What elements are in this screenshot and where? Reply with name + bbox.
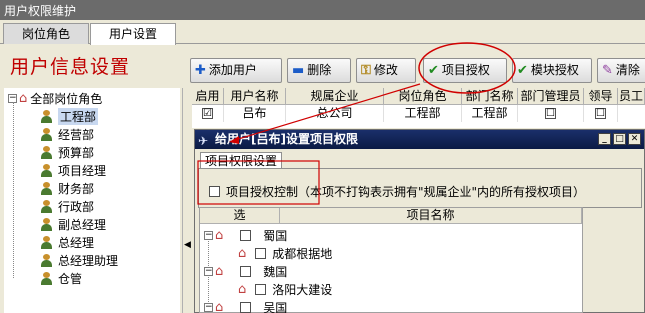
house-icon: ⌂	[215, 263, 224, 279]
leader-cell[interactable]: ☐	[584, 105, 618, 122]
tree-item[interactable]: 行政部	[40, 198, 94, 215]
key-icon: ⚿	[361, 63, 371, 78]
project-permission-dialog: ✈ 给用户[吕布]设置项目权限 _ □ ✕ 项目权限设置 项目授权控制（本项不打…	[194, 129, 645, 313]
project-row[interactable]: ⌂ 成都根据地	[238, 244, 332, 262]
column-header[interactable]: 部门名称	[462, 88, 518, 105]
module-auth-button[interactable]: ✔ 模块授权	[512, 58, 592, 83]
column-header[interactable]: 部门管理员	[518, 88, 584, 105]
tab-position-role[interactable]: 岗位角色	[3, 23, 89, 44]
tree-item[interactable]: 财务部	[40, 180, 94, 197]
user-group-icon	[40, 182, 54, 195]
house-icon: ⌂	[19, 91, 28, 106]
tree-connector	[13, 102, 14, 278]
dept-cell[interactable]: 工程部	[462, 105, 518, 122]
column-header[interactable]: 领导	[584, 88, 618, 105]
company-cell[interactable]: 总公司	[286, 105, 384, 122]
column-header[interactable]: 员工	[618, 88, 645, 105]
user-name-cell[interactable]: 吕布	[224, 105, 286, 122]
column-header[interactable]: 用户名称	[224, 88, 286, 105]
minus-icon: ▬	[292, 63, 305, 78]
tab-bar: 岗位角色 用户设置	[0, 20, 645, 45]
toolbar: ✚ 添加用户 ▬ 删除 ⚿ 修改 ✔ 项目授权 ✔ 模块授权 ✎ 清除	[190, 56, 645, 86]
maximize-icon[interactable]: □	[613, 133, 626, 145]
house-icon: ⌂	[238, 245, 247, 261]
clear-button[interactable]: ✎ 清除	[597, 58, 645, 83]
collapse-icon[interactable]: −	[204, 230, 213, 240]
user-group-icon	[40, 128, 54, 141]
role-cell[interactable]: 工程部	[384, 105, 462, 122]
column-header[interactable]: 项目名称	[280, 208, 582, 224]
user-group-icon	[40, 218, 54, 231]
dept-admin-checkbox[interactable]: ☐	[545, 108, 556, 119]
column-header[interactable]: 启用	[192, 88, 224, 105]
delete-button[interactable]: ▬ 删除	[287, 58, 351, 83]
tree-item[interactable]: 预算部	[40, 144, 94, 161]
user-group-icon	[40, 254, 54, 267]
user-group-icon	[40, 200, 54, 213]
house-icon: ⌂	[215, 227, 224, 243]
dept-admin-cell[interactable]: ☐	[518, 105, 584, 122]
dialog-titlebar[interactable]: ✈ 给用户[吕布]设置项目权限 _ □ ✕	[195, 130, 644, 149]
project-auth-checkbox[interactable]	[209, 186, 220, 197]
pane-splitter[interactable]: ◀	[182, 88, 191, 313]
tree-item[interactable]: 仓管	[40, 270, 82, 287]
house-icon: ⌂	[238, 281, 247, 297]
project-auth-button[interactable]: ✔ 项目授权	[423, 58, 507, 83]
project-checkbox[interactable]	[240, 265, 252, 277]
user-group-icon	[40, 110, 54, 123]
tree-item[interactable]: 项目经理	[40, 162, 106, 179]
user-group-icon	[40, 236, 54, 249]
add-user-button[interactable]: ✚ 添加用户	[190, 58, 282, 83]
tree-item[interactable]: 副总经理	[40, 216, 106, 233]
edit-button[interactable]: ⚿ 修改	[356, 58, 416, 83]
page-title: 用户信息设置	[10, 56, 131, 78]
project-checkbox[interactable]	[255, 283, 267, 295]
checkmark-icon: ✔	[517, 63, 528, 78]
project-checkbox[interactable]	[240, 229, 252, 241]
tree-item[interactable]: 工程部	[40, 108, 99, 125]
project-row[interactable]: − ⌂ 魏国	[204, 262, 287, 280]
user-group-icon	[40, 272, 54, 285]
window-title: 用户权限维护	[0, 0, 645, 20]
leader-checkbox[interactable]: ☐	[595, 108, 606, 119]
tree-item[interactable]: 经营部	[40, 126, 94, 143]
project-checkbox[interactable]	[255, 247, 267, 259]
user-group-icon	[40, 164, 54, 177]
plus-icon: ✚	[195, 63, 206, 78]
collapse-icon[interactable]: −	[204, 266, 213, 276]
tree-item[interactable]: 总经理助理	[40, 252, 118, 269]
role-tree: − ⌂ 全部岗位角色 工程部 经营部 预算部 项目经理 财务部 行政部 副总经理…	[4, 88, 180, 313]
tree-root[interactable]: − ⌂ 全部岗位角色	[8, 90, 102, 107]
project-row[interactable]: − ⌂ 吴国	[204, 298, 287, 313]
table-row[interactable]: ☑	[192, 105, 224, 122]
column-header[interactable]: 规属企业	[286, 88, 384, 105]
user-table: 启用 用户名称 规属企业 岗位角色 部门名称 部门管理员 领导 员工 ☑ 吕布 …	[192, 88, 645, 128]
house-icon: ⌂	[215, 299, 224, 313]
enabled-checkbox[interactable]: ☑	[202, 108, 213, 119]
close-icon[interactable]: ✕	[628, 133, 641, 145]
project-checkbox[interactable]	[240, 301, 252, 313]
minimize-icon[interactable]: _	[598, 133, 611, 145]
project-row[interactable]: ⌂ 洛阳大建设	[238, 280, 332, 298]
column-header[interactable]: 选	[200, 208, 280, 224]
tab-project-permission[interactable]: 项目权限设置	[200, 152, 282, 169]
app-logo-icon: ✈	[198, 134, 209, 148]
brush-icon: ✎	[602, 63, 613, 78]
tree-item[interactable]: 总经理	[40, 234, 94, 251]
tab-user-settings[interactable]: 用户设置	[90, 23, 176, 45]
checkmark-icon: ✔	[428, 63, 439, 78]
project-auth-control[interactable]: 项目授权控制（本项不打钩表示拥有"规属企业"内的所有授权项目）	[209, 183, 585, 200]
column-header[interactable]: 岗位角色	[384, 88, 462, 105]
collapse-icon[interactable]: −	[204, 302, 213, 312]
user-group-icon	[40, 146, 54, 159]
collapse-left-icon[interactable]: ◀	[184, 240, 191, 250]
project-row[interactable]: − ⌂ 蜀国	[204, 226, 287, 244]
project-table: 选 项目名称 − ⌂ 蜀国 ⌂ 成都根据地 − ⌂ 魏国 ⌂ 洛阳大建设 − ⌂	[199, 207, 583, 313]
control-panel: 项目授权控制（本项不打钩表示拥有"规属企业"内的所有授权项目）	[198, 168, 642, 208]
